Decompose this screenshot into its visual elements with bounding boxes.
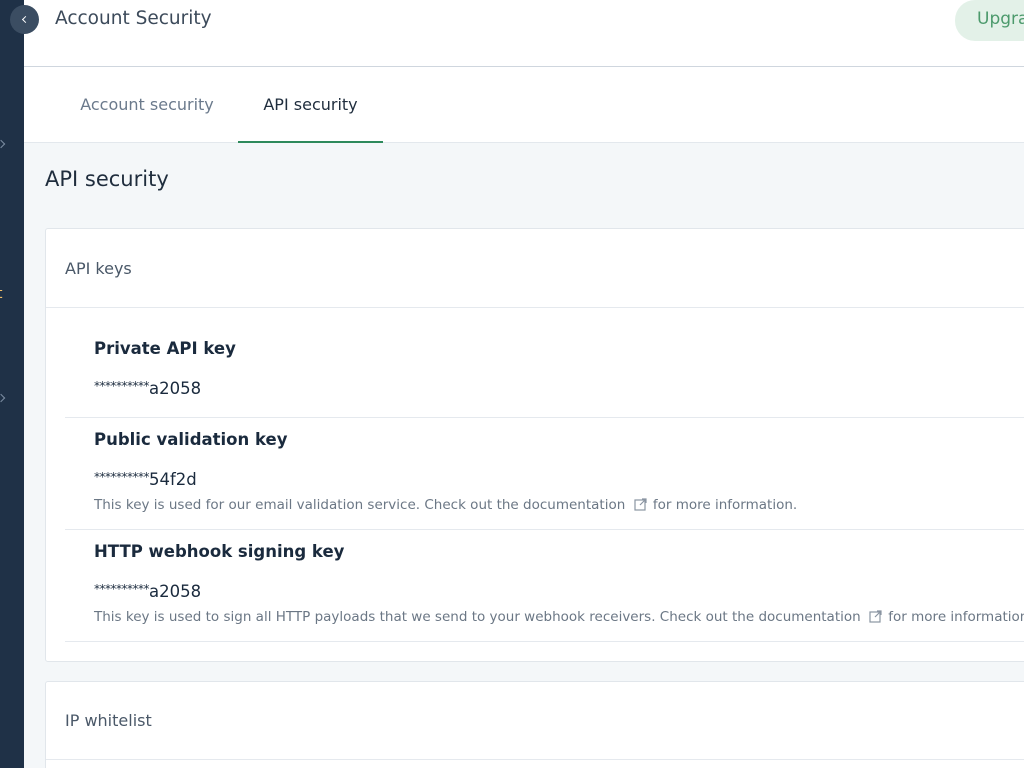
key-row-private: Private API key **********a2058	[65, 308, 1024, 418]
card-title: API keys	[46, 229, 1024, 308]
key-suffix: a2058	[149, 582, 202, 601]
key-value[interactable]: **********a2058	[94, 582, 201, 601]
page-title: Account Security	[55, 8, 212, 29]
main-content: Account Security Upgrade Account securit…	[24, 0, 1024, 768]
key-mask: **********	[94, 379, 150, 393]
key-suffix: 54f2d	[149, 470, 197, 489]
key-name: HTTP webhook signing key	[94, 542, 345, 561]
tab-api-security[interactable]: API security	[238, 67, 383, 143]
key-row-webhook-signing: HTTP webhook signing key **********a2058…	[65, 530, 1024, 642]
key-name: Private API key	[94, 339, 236, 358]
key-description: This key is used for our email validatio…	[94, 497, 797, 513]
sidebar: t	[0, 0, 24, 768]
documentation-link[interactable]	[630, 497, 649, 513]
top-header: Account Security Upgrade	[24, 0, 1024, 67]
key-value[interactable]: **********54f2d	[94, 470, 197, 489]
external-link-icon	[633, 498, 647, 511]
sidebar-chevron-icon[interactable]	[0, 139, 6, 149]
ip-whitelist-card: IP whitelist	[45, 681, 1024, 768]
description-text: This key is used to sign all HTTP payloa…	[94, 609, 861, 625]
card-title: IP whitelist	[46, 682, 1024, 760]
tab-bar: Account security API security	[24, 67, 1024, 143]
key-name: Public validation key	[94, 430, 288, 449]
key-mask: **********	[94, 470, 150, 484]
description-text: for more information.	[888, 609, 1024, 625]
collapse-sidebar-button[interactable]	[10, 5, 39, 34]
api-keys-card: API keys Private API key **********a2058…	[45, 228, 1024, 662]
section-title: API security	[45, 167, 169, 191]
sidebar-chevron-icon[interactable]	[0, 393, 6, 403]
description-text: for more information.	[652, 497, 798, 513]
upgrade-button[interactable]: Upgrade	[955, 0, 1024, 41]
key-value[interactable]: **********a2058	[94, 379, 201, 398]
key-description: This key is used to sign all HTTP payloa…	[94, 609, 1024, 625]
tab-account-security[interactable]: Account security	[79, 67, 215, 143]
key-mask: **********	[94, 582, 150, 596]
external-link-icon	[869, 610, 882, 623]
chevron-left-icon	[21, 15, 30, 24]
key-suffix: a2058	[149, 379, 202, 398]
key-row-public-validation: Public validation key **********54f2d Th…	[65, 418, 1024, 530]
documentation-link[interactable]	[865, 609, 884, 625]
sidebar-item-label[interactable]: t	[0, 286, 3, 302]
description-text: This key is used for our email validatio…	[94, 497, 626, 513]
